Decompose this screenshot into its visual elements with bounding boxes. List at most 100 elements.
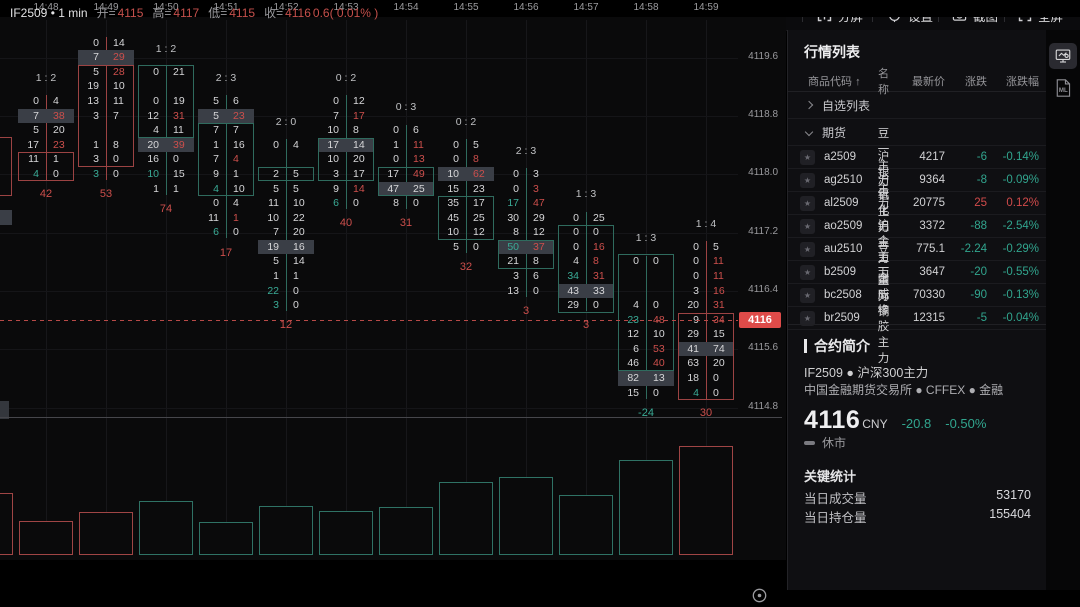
trading-app-window: IF2509 K线选择 指标 ↶ ↷ 分屏 设置 截图 [0, 0, 1080, 607]
footprint-ask-cell: 31 [713, 298, 743, 313]
market-panel: 行情列表 商品代码 ↑ 名称 最新价 涨跌 涨跌幅 自选列表 期货 ★a2509… [787, 30, 1046, 590]
footprint-bid-cell: 8 [369, 196, 399, 211]
last-price: 70330 [891, 289, 945, 301]
star-icon[interactable]: ★ [788, 173, 824, 188]
watchlist-row[interactable]: ★al2509沪铝主力20775250.12% [788, 192, 1047, 215]
footprint-bid-cell: 41 [669, 342, 699, 357]
contract-code: b2509 [824, 266, 876, 278]
stat-open-interest-row: 当日持仓量 155404 [804, 507, 1031, 526]
footprint-bid-cell: 19 [249, 240, 279, 255]
footprint-bid-cell: 6 [609, 342, 639, 357]
low-label: 低= [208, 6, 227, 20]
volume-bar [379, 507, 433, 555]
footprint-bid-cell: 13 [489, 284, 519, 299]
footprint-chart-canvas[interactable]: IF2509 • 1 min开=4115高=4117低=4115收=41160.… [0, 0, 786, 560]
change-percent: -0.04% [987, 312, 1047, 324]
imbalance-ratio-label: 1 : 4 [676, 218, 736, 230]
chart-monitor-button[interactable] [1049, 43, 1077, 69]
footprint-bid-cell: 6 [189, 225, 219, 240]
footprint-bid-cell: 1 [69, 138, 99, 153]
footprint-ask-cell: 1 [293, 269, 323, 284]
watchlist-row[interactable]: ★ag2510沪银主力9364-8-0.09% [788, 169, 1047, 192]
column-change-percent[interactable]: 涨跌幅 [987, 73, 1047, 89]
footprint-ask-cell: 0 [293, 298, 323, 313]
volume-bar [679, 446, 733, 555]
change-value: 0.6( 0.01% ) [313, 6, 378, 20]
time-axis-label: 14:56 [504, 2, 548, 13]
star-icon[interactable]: ★ [788, 288, 824, 303]
footprint-bid-cell: 3 [249, 298, 279, 313]
column-last-price[interactable]: 最新价 [891, 73, 945, 89]
imbalance-ratio-label: 2 : 3 [496, 145, 556, 157]
star-icon[interactable]: ★ [788, 242, 824, 257]
column-change[interactable]: 涨跌 [945, 73, 987, 89]
watchlist-row[interactable]: ★bc2508国际铜70330-90-0.13% [788, 284, 1047, 307]
contract-code: ao2509 [824, 220, 876, 232]
volume-bar [259, 506, 313, 555]
contract-exchange: 中国金融期货交易所 ● CFFEX ● 金融 [804, 381, 1003, 398]
group-custom-label: 自选列表 [822, 97, 870, 114]
footprint-bid-cell: 0 [129, 94, 159, 109]
volume-bar [79, 512, 133, 555]
contract-code: a2509 [824, 151, 876, 163]
star-icon[interactable]: ★ [788, 265, 824, 280]
volume-bar [139, 501, 193, 555]
footprint-bid-cell: 4 [9, 167, 39, 182]
footprint-bid-cell: 10 [309, 123, 339, 138]
footprint-bid-cell: 29 [549, 298, 579, 313]
watchlist-row[interactable]: ★a2509豆一主力4217-6-0.14% [788, 146, 1047, 169]
footprint-bid-cell: 5 [189, 109, 219, 124]
change-percent: -0.09% [987, 174, 1047, 186]
market-status-label: 休市 [822, 434, 846, 451]
watchlist-row[interactable]: ★ao2509氧化铝主力3372-88-2.54% [788, 215, 1047, 238]
group-custom-list[interactable]: 自选列表 [788, 92, 1047, 119]
volume-bar [319, 511, 373, 555]
footprint-bid-cell: 7 [189, 123, 219, 138]
footprint-bid-cell: 19 [69, 79, 99, 94]
volume-bar [559, 495, 613, 555]
volume-bar [19, 521, 73, 555]
price-axis-label: 4119.6 [734, 51, 778, 62]
footprint-bid-cell: 45 [429, 211, 459, 226]
star-icon[interactable]: ★ [788, 219, 824, 234]
column-code[interactable]: 商品代码 ↑ [788, 73, 876, 89]
footprint-bid-cell: 0 [489, 182, 519, 197]
imbalance-ratio-label: 1 : 2 [136, 43, 196, 55]
price-axis-label: 4114.8 [734, 401, 778, 412]
footprint-bid-cell: 1 [369, 138, 399, 153]
market-list-header: 商品代码 ↑ 名称 最新价 涨跌 涨跌幅 [788, 70, 1047, 92]
footprint-bid-cell: 2 [249, 167, 279, 182]
imbalance-ratio-label: 0 : 2 [436, 116, 496, 128]
footprint-bid-cell: 13 [69, 94, 99, 109]
group-futures[interactable]: 期货 [788, 119, 1047, 146]
close-label: 收= [264, 6, 283, 20]
change: -88 [945, 220, 987, 232]
market-closed-icon [804, 441, 815, 445]
change: 25 [945, 197, 987, 209]
chart-ohlc-legend: IF2509 • 1 min开=4115高=4117低=4115收=41160.… [10, 4, 378, 20]
last-price-tag: 4116 [739, 312, 781, 328]
watchlist-row[interactable]: ★au2510沪金主力775.1-2.24-0.29% [788, 238, 1047, 261]
footprint-ask-cell: 15 [713, 327, 743, 342]
volume-bar [619, 460, 673, 555]
footprint-bid-cell: 11 [249, 196, 279, 211]
footprint-bid-cell: 0 [369, 123, 399, 138]
footprint-bid-cell: 3 [69, 109, 99, 124]
star-icon[interactable]: ★ [788, 150, 824, 165]
price-axis-label: 4118.8 [734, 109, 778, 120]
footprint-bid-cell: 10 [429, 225, 459, 240]
contract-summary-title: 合约简介 [804, 336, 870, 356]
section-divider [788, 324, 1047, 325]
accent-bar [804, 339, 807, 353]
delta-total-label: 53 [76, 188, 136, 200]
footprint-ask-cell: 14 [293, 254, 323, 269]
chevron-right-icon [805, 101, 813, 109]
star-icon[interactable]: ★ [788, 196, 824, 211]
footprint-bid-cell: 12 [129, 109, 159, 124]
watchlist-row[interactable]: ★br2509合成橡胶主力12315-5-0.04% [788, 307, 1047, 330]
ml-file-button[interactable]: ML [1049, 75, 1077, 101]
locate-icon[interactable] [750, 586, 769, 605]
imbalance-ratio-label: 1 : 3 [616, 232, 676, 244]
delta-total-label: 42 [16, 188, 76, 200]
watchlist-row[interactable]: ★b2509豆二主力3647-20-0.55% [788, 261, 1047, 284]
